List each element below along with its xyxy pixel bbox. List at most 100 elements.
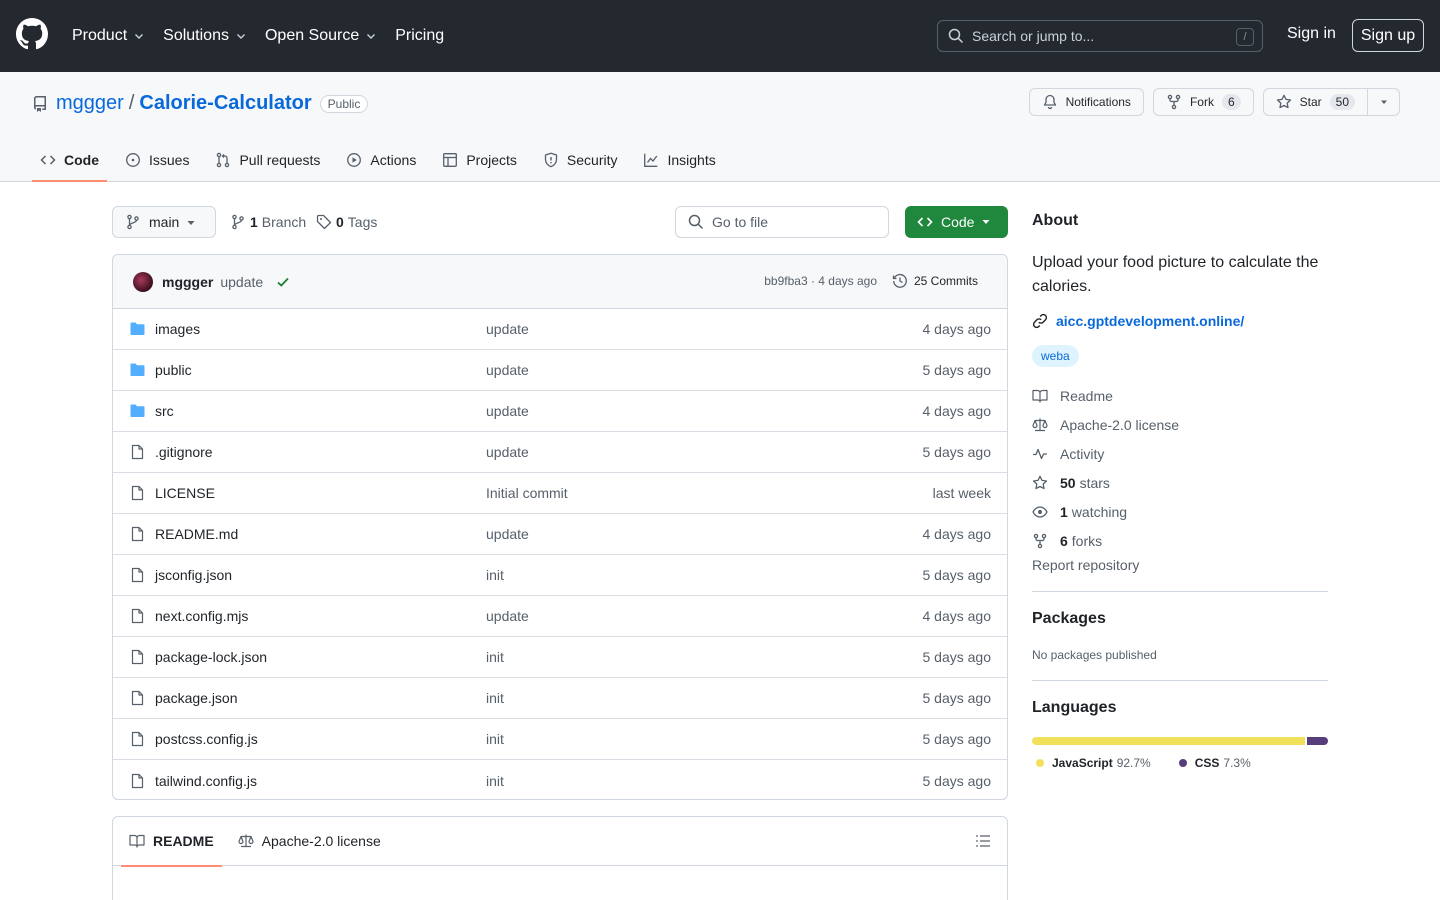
file-commit-message[interactable]: init [486, 649, 504, 665]
nav-pricing-label: Pricing [395, 27, 445, 44]
tab-projects-label: Projects [466, 152, 517, 168]
repo-header: mggger / Calorie-Calculator Public Notif… [0, 72, 1440, 182]
github-logo-icon[interactable] [16, 18, 48, 50]
commit-author[interactable]: mggger [162, 274, 213, 290]
file-row[interactable]: jsconfig.json init 5 days ago [113, 555, 1007, 596]
file-commit-message[interactable]: update [486, 321, 529, 337]
file-commit-message[interactable]: update [486, 403, 529, 419]
file-commit-message[interactable]: update [486, 608, 529, 624]
tab-insights[interactable]: Insights [635, 138, 723, 182]
file-commit-message[interactable]: update [486, 362, 529, 378]
file-row[interactable]: README.md update 4 days ago [113, 514, 1007, 555]
file-row[interactable]: images update 4 days ago [113, 309, 1007, 350]
file-name[interactable]: tailwind.config.js [155, 773, 257, 789]
fork-icon [1167, 94, 1181, 110]
commits-history-link[interactable]: 25 Commits [892, 273, 978, 289]
repo-description: Upload your food picture to calculate th… [1032, 254, 1319, 295]
repo-name-link[interactable]: Calorie-Calculator [139, 92, 311, 115]
language-item[interactable]: CSS 7.3% [1175, 756, 1251, 770]
file-name[interactable]: package-lock.json [155, 649, 267, 665]
nav-open-source[interactable]: Open Source [265, 27, 377, 45]
star-list-dropdown[interactable] [1368, 88, 1400, 116]
file-row[interactable]: .gitignore update 5 days ago [113, 432, 1007, 473]
branches-link[interactable]: 1 Branch [230, 214, 306, 230]
file-name[interactable]: postcss.config.js [155, 731, 258, 747]
file-commit-message[interactable]: init [486, 690, 504, 706]
file-name[interactable]: images [155, 321, 200, 337]
file-row[interactable]: package-lock.json init 5 days ago [113, 637, 1007, 678]
commit-sha-time[interactable]: bb9fba3 · 4 days ago [764, 274, 877, 288]
file-icon [131, 567, 144, 583]
activity-link-label: Activity [1060, 445, 1105, 462]
file-commit-message[interactable]: init [486, 773, 504, 789]
tab-issues[interactable]: Issues [117, 138, 197, 182]
packages-heading[interactable]: Packages [1032, 610, 1328, 628]
homepage-link[interactable]: aicc.gptdevelopment.online/ [1032, 313, 1328, 329]
file-name[interactable]: .gitignore [155, 444, 213, 460]
avatar[interactable] [133, 271, 153, 292]
list-unordered-icon[interactable] [975, 833, 991, 849]
file-name[interactable]: LICENSE [155, 485, 215, 501]
tags-link[interactable]: 0 Tags [316, 214, 377, 230]
file-date: 5 days ago [922, 362, 992, 378]
readme-link[interactable]: Readme [1032, 381, 1328, 410]
commit-message[interactable]: update [220, 274, 263, 290]
tag-count: 0 [336, 214, 344, 230]
report-repository-link[interactable]: Report repository [1032, 557, 1328, 573]
file-commit-message[interactable]: Initial commit [486, 485, 568, 501]
tab-license[interactable]: Apache-2.0 license [230, 817, 389, 866]
notifications-button[interactable]: Notifications [1028, 88, 1144, 116]
tab-readme[interactable]: README [121, 817, 222, 867]
file-name[interactable]: src [155, 403, 174, 419]
nav-pricing[interactable]: Pricing [395, 27, 444, 45]
tab-pull-requests[interactable]: Pull requests [207, 138, 328, 182]
triangle-down-icon [1380, 100, 1387, 104]
file-commit-message[interactable]: update [486, 526, 529, 542]
forks-link[interactable]: 6 forks [1032, 526, 1328, 555]
file-commit-message[interactable]: init [486, 567, 504, 583]
branch-selector[interactable]: main [112, 206, 216, 238]
code-dropdown-button[interactable]: Code [905, 206, 1008, 238]
language-item[interactable]: JavaScript 92.7% [1032, 756, 1151, 770]
notifications-label: Notifications [1065, 95, 1131, 109]
file-icon [131, 444, 144, 460]
git-branch-icon [232, 214, 244, 230]
activity-link[interactable]: Activity [1032, 439, 1328, 468]
file-name[interactable]: public [155, 362, 192, 378]
tab-security[interactable]: Security [535, 138, 626, 182]
file-commit-message[interactable]: init [486, 731, 504, 747]
check-icon[interactable] [275, 274, 291, 290]
file-row[interactable]: package.json init 5 days ago [113, 678, 1007, 719]
sign-up-button[interactable]: Sign up [1352, 19, 1424, 52]
topic-tag[interactable]: weba [1032, 345, 1079, 367]
go-to-file-input[interactable]: Go to file [675, 206, 889, 238]
file-name[interactable]: package.json [155, 690, 238, 706]
nav-product[interactable]: Product [72, 27, 145, 45]
file-row[interactable]: src update 4 days ago [113, 391, 1007, 432]
sign-in-link[interactable]: Sign in [1287, 25, 1336, 43]
file-commit-message[interactable]: update [486, 444, 529, 460]
watchers-link[interactable]: 1 watching [1032, 497, 1328, 526]
code-icon [40, 155, 56, 165]
language-name: JavaScript [1052, 756, 1113, 770]
fork-button[interactable]: Fork 6 [1152, 88, 1254, 116]
file-row[interactable]: LICENSE Initial commit last week [113, 473, 1007, 514]
nav-solutions[interactable]: Solutions [163, 27, 247, 45]
file-row[interactable]: tailwind.config.js init 5 days ago [113, 760, 1007, 799]
tab-actions[interactable]: Actions [338, 138, 424, 182]
file-row[interactable]: next.config.mjs update 4 days ago [113, 596, 1007, 637]
file-row[interactable]: postcss.config.js init 5 days ago [113, 719, 1007, 760]
file-name[interactable]: next.config.mjs [155, 608, 248, 624]
repo-owner-link[interactable]: mggger [56, 92, 124, 115]
file-name[interactable]: README.md [155, 526, 238, 542]
file-icon [131, 608, 144, 624]
stars-link[interactable]: 50 stars [1032, 468, 1328, 497]
tab-projects[interactable]: Projects [434, 138, 525, 182]
star-button[interactable]: Star 50 [1262, 88, 1368, 116]
tab-code[interactable]: Code [32, 138, 107, 182]
repo-icon [33, 95, 46, 112]
file-name[interactable]: jsconfig.json [155, 567, 232, 583]
global-search-input[interactable]: Search or jump to... / [937, 20, 1263, 52]
file-row[interactable]: public update 5 days ago [113, 350, 1007, 391]
license-link[interactable]: Apache-2.0 license [1032, 410, 1328, 439]
